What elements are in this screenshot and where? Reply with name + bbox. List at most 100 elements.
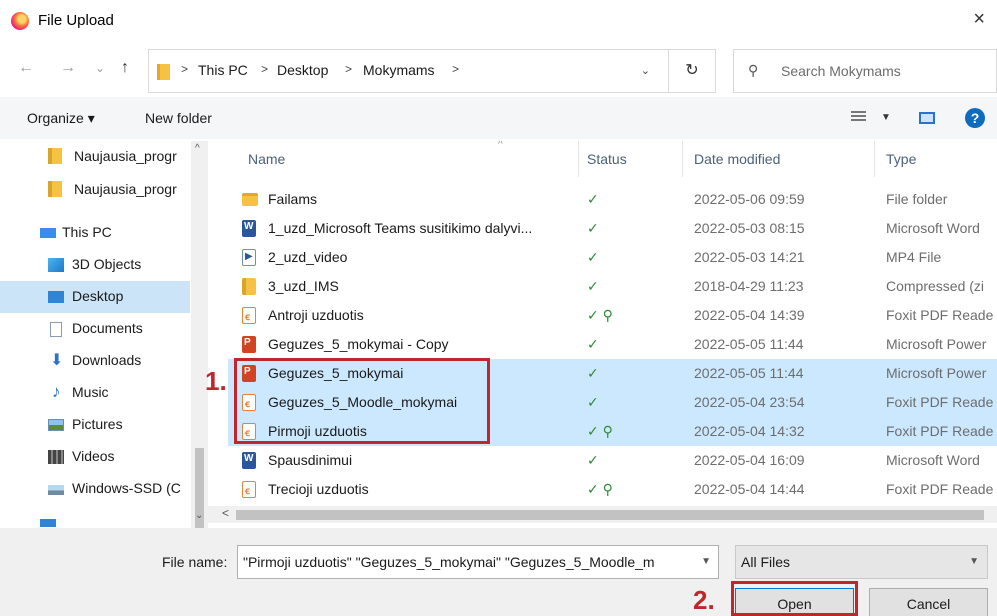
file-type: File folder bbox=[886, 191, 948, 207]
breadcrumb-separator: > bbox=[181, 62, 189, 76]
file-name-value: "Pirmoji uzduotis" "Geguzes_5_mokymai" "… bbox=[243, 554, 655, 570]
column-divider[interactable] bbox=[682, 141, 683, 177]
cancel-button[interactable]: Cancel bbox=[869, 588, 988, 616]
sidebar-item-music[interactable]: ♪ Music bbox=[0, 377, 190, 409]
file-type-select[interactable]: All Files ▼ bbox=[735, 545, 988, 579]
sidebar-item-3d-objects[interactable]: 3D Objects bbox=[0, 249, 190, 281]
file-status: ✓ bbox=[587, 452, 599, 468]
folder-icon bbox=[157, 64, 170, 80]
sidebar-item-label: Desktop bbox=[72, 288, 124, 304]
scroll-left-icon[interactable]: < bbox=[222, 506, 229, 520]
computer-icon bbox=[40, 228, 56, 238]
column-divider[interactable] bbox=[578, 141, 579, 177]
pdf-file-icon: ꞓ bbox=[242, 481, 256, 498]
file-status: ✓ ⚲ bbox=[587, 307, 613, 323]
address-bar[interactable]: > This PC > Desktop > Mokymams > ⌄ bbox=[148, 49, 669, 93]
view-dropdown-icon[interactable]: ▼ bbox=[881, 112, 891, 123]
open-button[interactable]: Open bbox=[735, 588, 854, 616]
file-date-modified: 2018-04-29 11:23 bbox=[694, 278, 804, 294]
file-name: Geguzes_5_mokymai bbox=[268, 365, 404, 381]
file-status: ✓ ⚲ bbox=[587, 481, 613, 497]
column-header-date[interactable]: Date modified bbox=[694, 151, 780, 167]
file-row[interactable]: ▶ 2_uzd_video ✓ 2022-05-03 14:21 MP4 File bbox=[228, 243, 997, 272]
sidebar-item-naujausia-1[interactable]: Naujausia_progr bbox=[0, 141, 190, 173]
file-list: ^ Name Status Date modified Type Failams… bbox=[208, 141, 997, 511]
column-header-name[interactable]: Name bbox=[248, 151, 285, 167]
recent-locations-icon[interactable]: ⌄ bbox=[95, 61, 105, 75]
sidebar-item-pictures[interactable]: Pictures bbox=[0, 409, 190, 441]
file-row[interactable]: W Spausdinimui ✓ 2022-05-04 16:09 Microsoft … bbox=[228, 446, 997, 475]
file-status: ✓ bbox=[587, 191, 599, 207]
sidebar-item-network[interactable] bbox=[0, 509, 190, 529]
sidebar-item-label: This PC bbox=[62, 224, 112, 240]
file-name: Failams bbox=[268, 191, 318, 207]
search-input[interactable]: ⚲ Search Mokymams bbox=[733, 49, 997, 93]
sidebar-item-label: 3D Objects bbox=[72, 256, 142, 272]
file-row[interactable]: ꞓ Trecioji uzduotis ✓ ⚲ 2022-05-04 14:44 Fox… bbox=[228, 475, 997, 504]
dialog-footer: File name: "Pirmoji uzduotis" "Geguzes_5… bbox=[0, 528, 997, 616]
sidebar-scrollbar[interactable] bbox=[191, 141, 208, 528]
file-name: 3_uzd_IMS bbox=[268, 278, 339, 294]
window-title: File Upload bbox=[38, 12, 114, 29]
back-icon[interactable]: ← bbox=[18, 59, 34, 77]
file-name-label: File name: bbox=[162, 554, 228, 570]
annotation-step-1: 1. bbox=[205, 366, 227, 396]
file-type: Foxit PDF Reade bbox=[886, 481, 994, 497]
mp4-file-icon: ▶ bbox=[242, 249, 256, 266]
ppt-file-icon: P bbox=[242, 365, 256, 382]
sidebar-item-documents[interactable]: Documents bbox=[0, 313, 190, 345]
breadcrumb-desktop[interactable]: Desktop bbox=[277, 62, 328, 78]
up-folder-icon[interactable]: ↑ bbox=[121, 59, 129, 77]
file-row[interactable]: Failams ✓ 2022-05-06 09:59 File folder bbox=[228, 185, 997, 214]
new-folder-button[interactable]: New folder bbox=[145, 110, 212, 126]
sidebar-item-this-pc[interactable]: This PC bbox=[0, 217, 190, 249]
sidebar-item-downloads[interactable]: ⬇ Downloads bbox=[0, 345, 190, 377]
scroll-up-icon[interactable]: ^ bbox=[195, 143, 200, 154]
forward-icon[interactable]: → bbox=[60, 59, 76, 77]
sidebar-item-windows-ssd[interactable]: Windows-SSD (C bbox=[0, 473, 190, 505]
view-options-icon[interactable] bbox=[851, 111, 866, 123]
preview-pane-icon[interactable] bbox=[919, 112, 935, 124]
column-header-status[interactable]: Status bbox=[587, 151, 627, 167]
file-row[interactable]: P Geguzes_5_mokymai ✓ 2022-05-05 11:44 Micro… bbox=[228, 359, 997, 388]
file-row[interactable]: 3_uzd_IMS ✓ 2018-04-29 11:23 Compressed (zi bbox=[228, 272, 997, 301]
file-date-modified: 2022-05-04 14:32 bbox=[694, 423, 805, 439]
breadcrumb-separator: > bbox=[452, 62, 460, 76]
file-row[interactable]: ꞓ Pirmoji uzduotis ✓ ⚲ 2022-05-04 14:32 Foxi… bbox=[228, 417, 997, 446]
sidebar-item-naujausia-2[interactable]: Naujausia_progr bbox=[0, 174, 190, 206]
column-header-type[interactable]: Type bbox=[886, 151, 916, 167]
file-status: ✓ bbox=[587, 249, 599, 265]
file-row[interactable]: ꞓ Antroji uzduotis ✓ ⚲ 2022-05-04 14:39 Foxi… bbox=[228, 301, 997, 330]
file-date-modified: 2022-05-04 16:09 bbox=[694, 452, 805, 468]
file-row[interactable]: ꞓ Geguzes_5_Moodle_mokymai ✓ 2022-05-04 23:… bbox=[228, 388, 997, 417]
breadcrumb-this-pc[interactable]: This PC bbox=[198, 62, 248, 78]
file-type: Microsoft Word bbox=[886, 452, 980, 468]
breadcrumb-separator: > bbox=[345, 62, 353, 76]
file-date-modified: 2022-05-05 11:44 bbox=[694, 365, 804, 381]
file-name-input[interactable]: "Pirmoji uzduotis" "Geguzes_5_mokymai" "… bbox=[237, 545, 719, 579]
help-icon[interactable]: ? bbox=[965, 108, 985, 128]
chevron-down-icon[interactable]: ▼ bbox=[701, 556, 711, 567]
scroll-down-icon[interactable]: ⌄ bbox=[195, 510, 203, 521]
file-name: Pirmoji uzduotis bbox=[268, 423, 367, 439]
sidebar-item-videos[interactable]: Videos bbox=[0, 441, 190, 473]
folder-file-icon bbox=[242, 193, 258, 206]
column-header-row: ^ Name Status Date modified Type bbox=[208, 141, 997, 177]
refresh-icon[interactable]: ↻ bbox=[669, 49, 716, 93]
sidebar-item-label: Documents bbox=[72, 320, 143, 336]
horizontal-scrollbar[interactable]: < bbox=[208, 506, 997, 523]
organize-button[interactable]: Organize ▾ bbox=[27, 110, 95, 127]
address-dropdown-icon[interactable]: ⌄ bbox=[641, 64, 650, 77]
column-divider[interactable] bbox=[874, 141, 875, 177]
desktop-icon bbox=[48, 291, 64, 303]
scrollbar-thumb[interactable] bbox=[236, 510, 984, 520]
file-row[interactable]: P Geguzes_5_mokymai - Copy ✓ 2022-05-05 11:… bbox=[228, 330, 997, 359]
close-icon[interactable]: × bbox=[973, 8, 985, 30]
command-toolbar: Organize ▾ New folder ▼ ? bbox=[0, 97, 997, 139]
file-row[interactable]: W 1_uzd_Microsoft Teams susitikimo dalyvi… bbox=[228, 214, 997, 243]
sidebar-item-label: Pictures bbox=[72, 416, 123, 432]
sort-indicator-icon: ^ bbox=[498, 141, 503, 150]
breadcrumb-mokymams[interactable]: Mokymams bbox=[363, 62, 435, 78]
sidebar-item-desktop[interactable]: Desktop bbox=[0, 281, 190, 313]
search-icon: ⚲ bbox=[748, 62, 759, 78]
